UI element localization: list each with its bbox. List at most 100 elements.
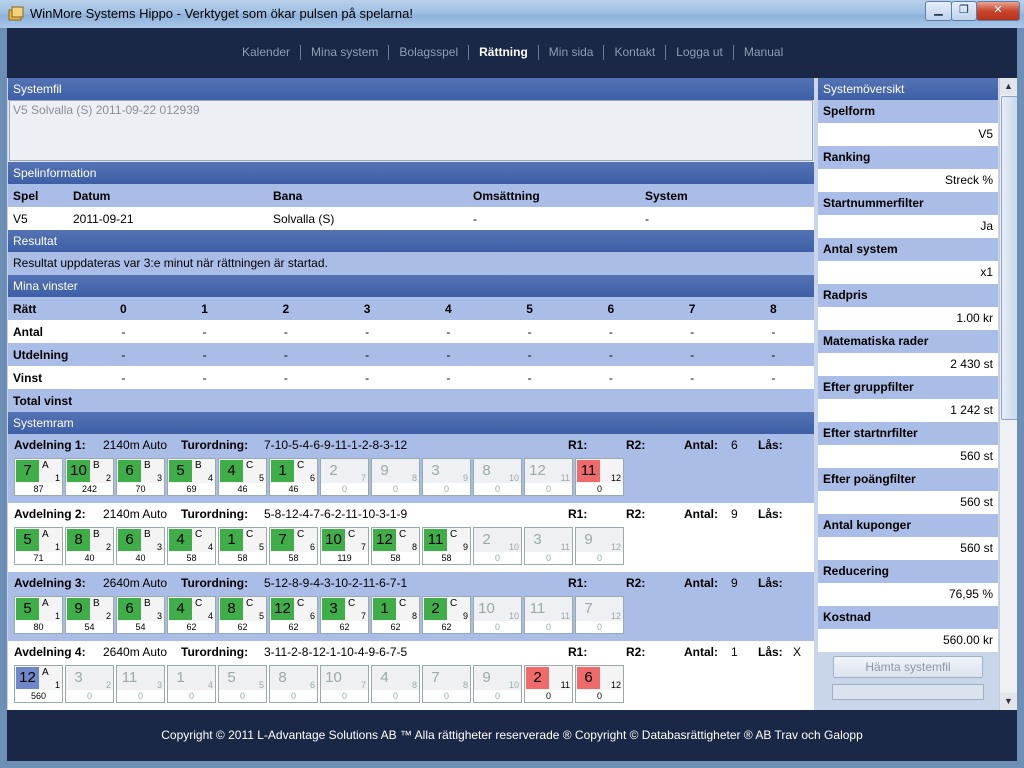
vertical-scrollbar[interactable]: ▲ ▼ bbox=[999, 78, 1017, 710]
horse-box[interactable]: 9 12 0 bbox=[575, 527, 624, 565]
scroll-thumb[interactable] bbox=[1001, 96, 1017, 420]
horse-box[interactable]: 780 bbox=[422, 665, 471, 703]
horse-box[interactable]: 390 bbox=[422, 458, 471, 496]
horse-box[interactable]: 860 bbox=[269, 665, 318, 703]
horse-box[interactable]: 1 C 8 62 bbox=[371, 596, 420, 634]
horse-number: 6 bbox=[118, 460, 141, 482]
horse-box[interactable]: 7 12 0 bbox=[575, 596, 624, 634]
r2-label: R2: bbox=[626, 507, 646, 521]
horse-box[interactable]: 6 12 0 bbox=[575, 665, 624, 703]
horse-number: 11 bbox=[577, 460, 600, 482]
horse-box[interactable]: 2 C 9 62 bbox=[422, 596, 471, 634]
horse-box[interactable]: 10 C 7 119 bbox=[320, 527, 369, 565]
horse-box[interactable]: 11 11 0 bbox=[524, 596, 573, 634]
horse-box[interactable]: 2 11 0 bbox=[524, 665, 573, 703]
horse-box[interactable]: 9 10 0 bbox=[473, 665, 522, 703]
horse-box[interactable]: 11 3 0 bbox=[116, 665, 165, 703]
horse-box[interactable]: 4 C 5 46 bbox=[218, 458, 267, 496]
nav-item-0[interactable]: Kalender bbox=[232, 45, 300, 59]
vinster-cell: - bbox=[283, 370, 288, 385]
horse-box[interactable]: 10 10 0 bbox=[473, 596, 522, 634]
horse-box[interactable]: 2 10 0 bbox=[473, 527, 522, 565]
scroll-down-button[interactable]: ▼ bbox=[1000, 693, 1017, 710]
horse-box[interactable]: 3 C 7 62 bbox=[320, 596, 369, 634]
horse-box[interactable]: 6 B 3 40 bbox=[116, 527, 165, 565]
horse-box[interactable]: 270 bbox=[320, 458, 369, 496]
horse-box[interactable]: 140 bbox=[167, 665, 216, 703]
horse-box[interactable]: 5 B 4 69 bbox=[167, 458, 216, 496]
horse-box[interactable]: 1 C 5 58 bbox=[218, 527, 267, 565]
nav-item-4[interactable]: Min sida bbox=[539, 45, 604, 59]
horse-top: 5B4 bbox=[167, 458, 216, 484]
vinster-cell: - bbox=[121, 370, 126, 385]
nav-item-7[interactable]: Manual bbox=[734, 45, 793, 59]
horse-group: C bbox=[297, 460, 305, 471]
antal-label: Antal: bbox=[684, 576, 718, 590]
nav-item-5[interactable]: Kontakt bbox=[604, 45, 665, 59]
horse-points: 0 bbox=[524, 552, 573, 565]
horse-number: 6 bbox=[118, 529, 141, 551]
vinster-col: 5 bbox=[526, 301, 533, 316]
horse-points: 0 bbox=[473, 621, 522, 634]
nav-item-2[interactable]: Bolagsspel bbox=[389, 45, 468, 59]
horse-points: 58 bbox=[218, 552, 267, 565]
horse-box[interactable]: 10 7 0 bbox=[320, 665, 369, 703]
horse-box[interactable]: 5 A 1 80 bbox=[14, 596, 63, 634]
horse-box[interactable]: 4 C 4 62 bbox=[167, 596, 216, 634]
horse-points: 0 bbox=[575, 621, 624, 634]
r1-label: R1: bbox=[568, 507, 588, 521]
maximize-button[interactable]: ❐ bbox=[951, 1, 977, 21]
horse-box[interactable]: 3 11 0 bbox=[524, 527, 573, 565]
horse-number: 10 bbox=[478, 600, 495, 617]
horse-box[interactable]: 12 C 8 58 bbox=[371, 527, 420, 565]
horse-box[interactable]: 8 C 5 62 bbox=[218, 596, 267, 634]
horse-group: B bbox=[144, 529, 151, 540]
nav-item-6[interactable]: Logga ut bbox=[666, 45, 733, 59]
horse-box[interactable]: 12 C 6 62 bbox=[269, 596, 318, 634]
horse-box[interactable]: 550 bbox=[218, 665, 267, 703]
horse-box[interactable]: 6 B 3 70 bbox=[116, 458, 165, 496]
minimize-button[interactable]: ▁ bbox=[925, 1, 952, 21]
vinster-cell: - bbox=[121, 347, 126, 362]
horse-top: 4C5 bbox=[218, 458, 267, 484]
horse-box[interactable]: 7 C 6 58 bbox=[269, 527, 318, 565]
hamta-systemfil-button[interactable]: Hämta systemfil bbox=[833, 656, 983, 678]
horse-box[interactable]: 7 A 1 87 bbox=[14, 458, 63, 496]
horse-box[interactable]: 980 bbox=[371, 458, 420, 496]
horse-box[interactable]: 11 12 0 bbox=[575, 458, 624, 496]
col-spel: Spel bbox=[13, 188, 39, 203]
vinster-col: 6 bbox=[607, 301, 615, 316]
nav-item-1[interactable]: Mina system bbox=[301, 45, 388, 59]
horse-box[interactable]: 480 bbox=[371, 665, 420, 703]
horse-box[interactable]: 8 B 2 40 bbox=[65, 527, 114, 565]
horse-box[interactable]: 12 11 0 bbox=[524, 458, 573, 496]
close-button[interactable]: ✕ bbox=[976, 1, 1020, 21]
horse-box[interactable]: 12 A 1 560 bbox=[14, 665, 63, 703]
horse-points: 0 bbox=[65, 690, 114, 703]
oversikt-label: Efter poängfilter bbox=[818, 468, 998, 491]
systemoversikt-header: Systemöversikt bbox=[818, 78, 998, 100]
scroll-up-button[interactable]: ▲ bbox=[1000, 78, 1017, 95]
nav-item-3[interactable]: Rättning bbox=[469, 45, 538, 59]
extra-button[interactable] bbox=[832, 684, 984, 700]
horse-box[interactable]: 4 C 4 58 bbox=[167, 527, 216, 565]
horse-points: 0 bbox=[524, 621, 573, 634]
horse-rank: 12 bbox=[610, 680, 621, 690]
horse-group: B bbox=[93, 460, 100, 471]
horse-box[interactable]: 320 bbox=[65, 665, 114, 703]
systemfil-field[interactable]: V5 Solvalla (S) 2011-09-22 012939 bbox=[9, 100, 813, 161]
horse-rank: 6 bbox=[309, 680, 315, 690]
horse-box[interactable]: 6 B 3 54 bbox=[116, 596, 165, 634]
horse-box[interactable]: 5 A 1 71 bbox=[14, 527, 63, 565]
horse-box[interactable]: 8 10 0 bbox=[473, 458, 522, 496]
vinster-header-row: Rätt 0 1 2 3 4 5 6 7 8 bbox=[8, 297, 814, 320]
horse-box[interactable]: 11 C 9 58 bbox=[422, 527, 471, 565]
horse-number: 2 bbox=[482, 531, 491, 548]
horse-points: 87 bbox=[14, 483, 63, 496]
horse-box[interactable]: 1 C 6 46 bbox=[269, 458, 318, 496]
horse-points: 242 bbox=[65, 483, 114, 496]
horse-group: C bbox=[348, 598, 356, 609]
horse-box[interactable]: 9 B 2 54 bbox=[65, 596, 114, 634]
horse-rank: 1 bbox=[54, 611, 60, 621]
horse-box[interactable]: 10 B 2 242 bbox=[65, 458, 114, 496]
